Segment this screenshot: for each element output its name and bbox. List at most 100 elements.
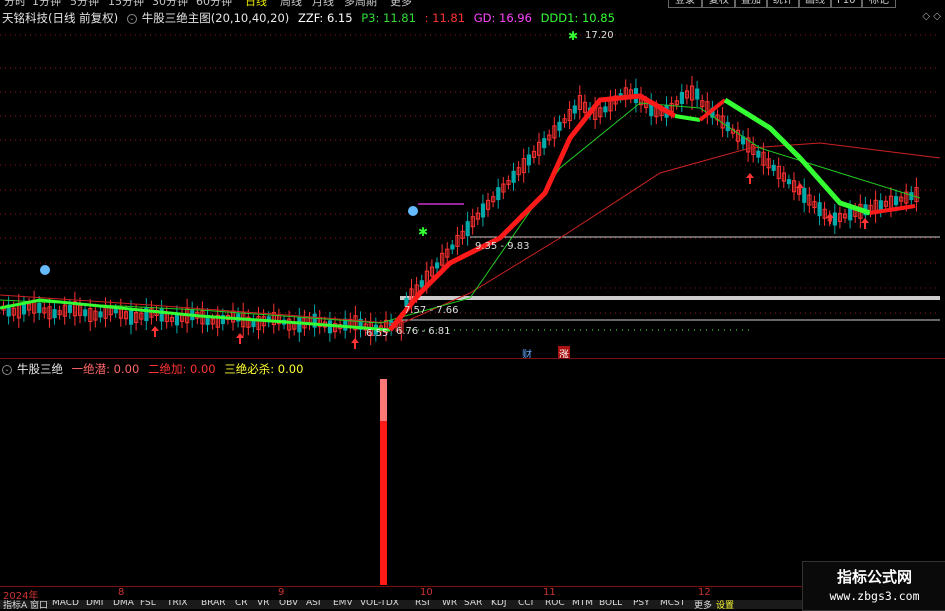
login-button[interactable]: 登录: [668, 0, 702, 8]
tf-month[interactable]: 月线: [312, 0, 334, 8]
indicator-tab-17[interactable]: KDJ: [491, 600, 507, 608]
candle-body: [480, 203, 486, 218]
tf-week[interactable]: 周线: [280, 0, 302, 8]
ma-line-green: [0, 102, 921, 324]
candle-body: [419, 280, 424, 288]
indicator-tab-21[interactable]: BOLL: [599, 600, 622, 608]
candle-body: [21, 303, 27, 315]
indicator-tab-14[interactable]: RSI: [415, 600, 430, 608]
diamond-icon-2[interactable]: ◇: [933, 11, 941, 22]
sub-indicator-panel[interactable]: ⌄ 牛股三绝 一绝潜: 0.00 二绝加: 0.00 三绝必杀: 0.00: [0, 358, 945, 587]
indicator-tab-9[interactable]: VR: [257, 600, 269, 608]
indicator-tab-19[interactable]: ROC: [545, 600, 565, 608]
date-axis-label: 11: [543, 587, 556, 598]
trend-line-bear: [723, 97, 871, 216]
indicator-tab-7[interactable]: BRAR: [201, 600, 225, 608]
indicator-tab-0[interactable]: 指标A: [3, 600, 27, 609]
indicator-tab-23[interactable]: MCST: [660, 600, 685, 608]
indicator-tab-13[interactable]: VOL-TDX: [360, 600, 399, 608]
candle-body: [817, 202, 822, 217]
indicator-tab-1[interactable]: 窗口: [30, 600, 48, 609]
indicator-tab-4[interactable]: DMA: [113, 600, 134, 608]
indicator-tab-6[interactable]: TRIX: [167, 600, 188, 608]
indicator-tab-18[interactable]: CCI: [518, 600, 533, 608]
indicator-tab-12[interactable]: EMV: [333, 600, 353, 608]
tf-multi[interactable]: 多周期: [344, 0, 377, 8]
indicator-tab-22[interactable]: PSY: [633, 600, 650, 608]
collapse-icon[interactable]: ⌄: [126, 13, 137, 24]
candle-body: [511, 170, 516, 183]
candle-body: [679, 91, 684, 104]
tf-30min[interactable]: 30分钟: [152, 0, 188, 8]
f10-button[interactable]: F10: [830, 0, 863, 8]
kline-chart[interactable]: ✱✱: [0, 8, 945, 358]
one-jue-value: 一绝潜: 0.00: [71, 362, 140, 376]
indicator-tab-5[interactable]: FSL: [140, 600, 156, 608]
indicator-tab-25[interactable]: 设置: [716, 600, 734, 609]
up-arrow: [151, 326, 159, 337]
candle-body: [129, 309, 134, 325]
range-label-2: 7.57 - 7.66: [404, 305, 459, 316]
candle-body: [98, 311, 103, 318]
sub-indicator-chart[interactable]: [0, 359, 945, 587]
candle-body: [113, 308, 118, 314]
indicator-name[interactable]: 牛股三绝主图: [142, 11, 211, 25]
trend-line-bear: [674, 114, 701, 122]
indicator-tab-3[interactable]: DMI: [86, 600, 103, 608]
candle-body: [37, 302, 42, 313]
three-jue-value: 三绝必杀: 0.00: [224, 362, 304, 376]
indicator-tab-20[interactable]: MTM: [572, 600, 593, 608]
tf-fenshi[interactable]: 分时: [4, 0, 26, 8]
candle-body: [251, 320, 256, 328]
candle-body: [435, 262, 440, 269]
indicator-tab-15[interactable]: WR: [442, 600, 457, 608]
signal-ball: [408, 206, 418, 216]
indicator-tab-24[interactable]: 更多: [694, 600, 712, 609]
range-label-1: 9.35 - 9.83: [475, 241, 530, 252]
indicator-tab-2[interactable]: MACD: [52, 600, 79, 608]
site-watermark: 指标公式网 www.zbgs3.com: [802, 561, 945, 611]
indicator-params: (20,10,40,20): [210, 11, 290, 25]
period-label: (日线 前复权): [48, 11, 119, 25]
up-arrow: [746, 173, 754, 184]
candle-body: [52, 309, 57, 319]
diamond-icon[interactable]: ◇: [922, 11, 930, 22]
draw-button[interactable]: 画线: [798, 0, 832, 8]
overlay-button[interactable]: 叠加: [734, 0, 768, 8]
indicator-tab-10[interactable]: OBV: [279, 600, 298, 608]
candle-body: [542, 138, 547, 149]
candle-body: [557, 121, 562, 131]
collapse-icon[interactable]: ⌄: [2, 364, 12, 375]
tf-1min[interactable]: 1分钟: [32, 0, 61, 8]
up-arrow: [351, 338, 359, 349]
p3b-value: : 11.81: [424, 11, 466, 25]
date-axis-label: 8: [118, 587, 125, 598]
candle-body: [894, 196, 899, 206]
tf-15min[interactable]: 15分钟: [108, 0, 144, 8]
tf-60min[interactable]: 60分钟: [196, 0, 232, 8]
tf-day[interactable]: 日线: [245, 0, 267, 8]
stock-name: 天铭科技: [2, 11, 48, 25]
up-arrow: [861, 218, 869, 229]
watermark-title: 指标公式网: [836, 568, 912, 586]
candle-body: [771, 164, 776, 171]
indicator-tab-11[interactable]: ASI: [306, 600, 321, 608]
stats-button[interactable]: 统计: [766, 0, 800, 8]
candle-body: [465, 221, 470, 237]
candle-body: [832, 212, 837, 226]
date-axis-label: 12: [698, 587, 711, 598]
tf-5min[interactable]: 5分钟: [70, 0, 99, 8]
main-chart-panel[interactable]: ✱ ✱ 天铭科技(日线 前复权) ⌄ 牛股三绝主图(20,10,40,20) ZZF…: [0, 8, 945, 361]
mark-button[interactable]: 标记: [862, 0, 896, 8]
candle-body: [802, 187, 807, 203]
main-legend: 天铭科技(日线 前复权) ⌄ 牛股三绝主图(20,10,40,20) ZZF: 6…: [2, 10, 620, 26]
tf-more[interactable]: 更多: [390, 0, 412, 8]
sub-indicator-name[interactable]: 牛股三绝: [17, 362, 63, 376]
sub-legend: ⌄ 牛股三绝 一绝潜: 0.00 二绝加: 0.00 三绝必杀: 0.00: [2, 361, 308, 377]
candle-body: [83, 309, 88, 317]
indicator-tab-16[interactable]: SAR: [464, 600, 482, 608]
candle-body: [297, 317, 302, 333]
fuquan-button[interactable]: 复权: [702, 0, 736, 8]
indicator-tab-8[interactable]: CR: [235, 600, 248, 608]
date-axis-label: 9: [278, 587, 285, 598]
